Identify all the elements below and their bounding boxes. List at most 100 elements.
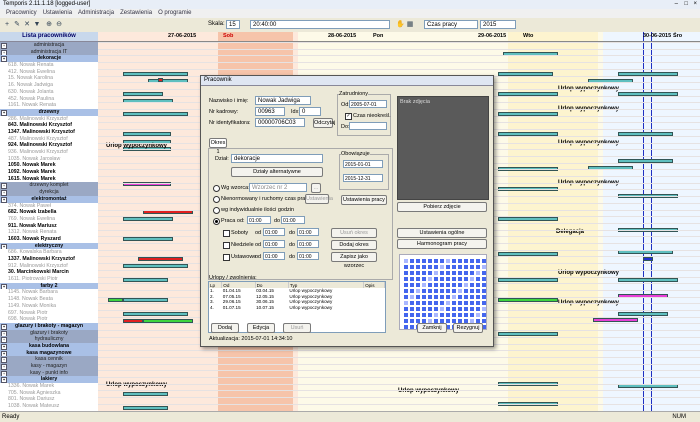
- calendar-day[interactable]: [476, 259, 480, 263]
- employee-row[interactable]: 618. Nowak Renata: [0, 62, 98, 69]
- calendar-day[interactable]: [422, 265, 426, 269]
- calendar-day[interactable]: [470, 265, 474, 269]
- employee-row[interactable]: 912. Malinowski Krzysztof: [0, 263, 98, 270]
- calendar-day[interactable]: [446, 301, 450, 305]
- calendar-day[interactable]: [428, 277, 432, 281]
- shift-bar[interactable]: [123, 278, 168, 282]
- shift-bar[interactable]: [123, 392, 168, 396]
- calendar-day[interactable]: [416, 283, 420, 287]
- cancel-button[interactable]: Rezygnuj: [453, 323, 483, 333]
- calendar-day[interactable]: [416, 313, 420, 317]
- calendar-day[interactable]: [476, 283, 480, 287]
- filter-icon[interactable]: ▼: [33, 21, 41, 29]
- department-row[interactable]: + farby 2: [0, 282, 98, 290]
- department-row[interactable]: + kasa cennik: [0, 356, 98, 363]
- calendar-day[interactable]: [434, 307, 438, 311]
- calendar-day[interactable]: [452, 283, 456, 287]
- shift-bar[interactable]: [123, 298, 168, 302]
- calendar-day[interactable]: [458, 259, 462, 263]
- calendar-day[interactable]: [422, 301, 426, 305]
- calendar-day[interactable]: [482, 277, 486, 281]
- employee-row[interactable]: 487. Malinowski Krzysztof: [0, 136, 98, 143]
- shift-bar[interactable]: [643, 257, 653, 261]
- menu-zestawienia[interactable]: Zestawienia: [120, 10, 152, 16]
- calendar-day[interactable]: [440, 295, 444, 299]
- calendar-day[interactable]: [422, 307, 426, 311]
- calendar-day[interactable]: [410, 307, 414, 311]
- employee-row[interactable]: 1603. Nowak Ryszard: [0, 236, 98, 243]
- shift-bar[interactable]: [498, 252, 558, 256]
- calendar-day[interactable]: [458, 295, 462, 299]
- calendar-day[interactable]: [452, 301, 456, 305]
- pattern-radio[interactable]: [213, 185, 220, 192]
- calendar-day[interactable]: [422, 259, 426, 263]
- calendar-day[interactable]: [404, 271, 408, 275]
- employee-row[interactable]: 769. Nowak Ewelina: [0, 216, 98, 223]
- department-row[interactable]: + lakiery: [0, 376, 98, 384]
- calendar-day[interactable]: [422, 271, 426, 275]
- department-row[interactable]: + glazury i brakoty - magazyn: [0, 322, 98, 330]
- table-row[interactable]: 4. 01.07.15 10.07.15 Urlop wypoczynkowy: [209, 305, 385, 311]
- employee-row[interactable]: 924. Malinowski Krzysztof: [0, 142, 98, 149]
- calendar-day[interactable]: [464, 271, 468, 275]
- calendar-day[interactable]: [470, 307, 474, 311]
- calendar-day[interactable]: [404, 295, 408, 299]
- holiday-checkbox[interactable]: [223, 254, 230, 261]
- save-pattern-button[interactable]: Zapisz jako wzorzec: [331, 252, 377, 269]
- calendar-day[interactable]: [482, 319, 486, 323]
- calendar-day[interactable]: [452, 307, 456, 311]
- shift-bar[interactable]: [138, 257, 183, 261]
- employee-row[interactable]: 1050. Nowak Marek: [0, 162, 98, 169]
- calendar-day[interactable]: [440, 265, 444, 269]
- calendar-day[interactable]: [410, 265, 414, 269]
- calendar-day[interactable]: [416, 301, 420, 305]
- employee-row[interactable]: 1148. Nowak Beata: [0, 296, 98, 303]
- calendar-day[interactable]: [452, 259, 456, 263]
- calendar-day[interactable]: [410, 319, 414, 323]
- calendar-day[interactable]: [410, 283, 414, 287]
- calendar-day[interactable]: [476, 271, 480, 275]
- shift-bar[interactable]: [123, 264, 188, 268]
- work-from-time[interactable]: 01:00: [247, 216, 271, 224]
- sat-from-time[interactable]: 01:00: [263, 228, 285, 236]
- calendar-day[interactable]: [428, 307, 432, 311]
- delete-icon[interactable]: ✕: [23, 21, 31, 29]
- calendar-day[interactable]: [470, 271, 474, 275]
- calendar-day[interactable]: [422, 289, 426, 293]
- calendar-day[interactable]: [464, 301, 468, 305]
- calendar-day[interactable]: [458, 265, 462, 269]
- calendar-day[interactable]: [428, 271, 432, 275]
- skala-input[interactable]: 15: [226, 20, 240, 29]
- calendar-day[interactable]: [446, 313, 450, 317]
- calendar-day[interactable]: [464, 295, 468, 299]
- indefinite-checkbox[interactable]: ✓: [345, 113, 352, 120]
- calendar-day[interactable]: [434, 301, 438, 305]
- calendar-day[interactable]: [470, 283, 474, 287]
- department-row[interactable]: + kasy - magazyn: [0, 363, 98, 370]
- department-row[interactable]: + glazury i brakoty: [0, 329, 98, 337]
- calendar-day[interactable]: [464, 307, 468, 311]
- calendar-day[interactable]: [404, 289, 408, 293]
- calendar-day[interactable]: [416, 289, 420, 293]
- calendar-day[interactable]: [470, 295, 474, 299]
- calendar-day[interactable]: [404, 277, 408, 281]
- calendar-day[interactable]: [446, 289, 450, 293]
- shift-bar[interactable]: [123, 237, 173, 241]
- calendar-day[interactable]: [470, 277, 474, 281]
- calendar-day[interactable]: [482, 265, 486, 269]
- hand-icon[interactable]: ✋: [396, 21, 405, 29]
- menu-ustawienia[interactable]: Ustawienia: [43, 10, 72, 16]
- employee-row[interactable]: 1161. Nowak Renata: [0, 102, 98, 109]
- calendar-day[interactable]: [476, 295, 480, 299]
- shift-bar[interactable]: [618, 278, 678, 282]
- employee-row[interactable]: 452. Nowak Paulina: [0, 96, 98, 103]
- calendar-day[interactable]: [410, 277, 414, 281]
- zoom-out-icon[interactable]: ⊖: [55, 21, 63, 29]
- calendar-day[interactable]: [452, 313, 456, 317]
- calendar-day[interactable]: [404, 313, 408, 317]
- calendar-day[interactable]: [464, 277, 468, 281]
- calendar-day[interactable]: [452, 265, 456, 269]
- employee-row[interactable]: 682. Nowak Izabella: [0, 209, 98, 216]
- calendar-day[interactable]: [440, 301, 444, 305]
- employee-row[interactable]: 15. Nowak Karolina: [0, 75, 98, 82]
